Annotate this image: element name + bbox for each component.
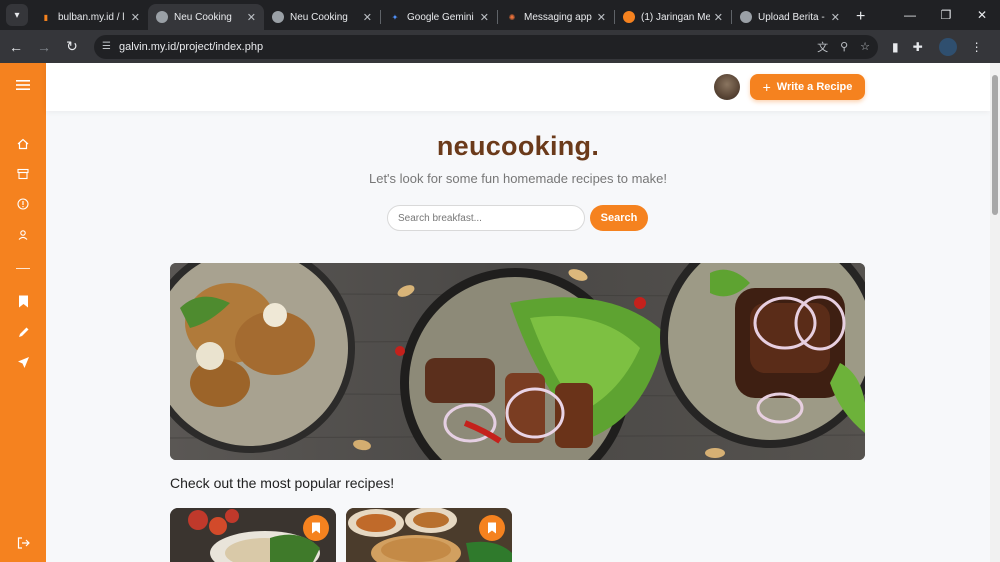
search-placeholder: Search breakfast...: [398, 212, 482, 224]
archive-icon[interactable]: [0, 164, 46, 184]
puzzle-icon[interactable]: ✚: [913, 40, 923, 54]
search-button[interactable]: Search: [590, 205, 648, 231]
browser-toolbar: ← → ↻ ☰ galvin.my.id/project/index.php 文…: [0, 30, 1000, 63]
zoom-icon[interactable]: ⚲: [840, 40, 848, 53]
extension-icon[interactable]: ▮: [892, 40, 899, 54]
hamburger-menu-icon[interactable]: [0, 75, 46, 95]
globe-icon: [740, 11, 752, 23]
browser-tab[interactable]: ✺ Messaging app ✕: [498, 4, 614, 30]
bookmark-icon[interactable]: [303, 515, 329, 541]
write-recipe-button[interactable]: + Write a Recipe: [750, 74, 865, 100]
tab-title: (1) Jaringan Me: [641, 11, 710, 23]
close-icon[interactable]: ✕: [363, 11, 372, 24]
pencil-icon[interactable]: [0, 322, 46, 342]
page-scrollbar[interactable]: [990, 63, 1000, 562]
info-icon[interactable]: [0, 194, 46, 214]
browser-tab[interactable]: (1) Jaringan Me ✕: [615, 4, 731, 30]
url-text: galvin.my.id/project/index.php: [118, 40, 264, 53]
home-icon[interactable]: [0, 134, 46, 154]
close-icon[interactable]: ✕: [714, 11, 723, 24]
sidebar: [0, 63, 46, 562]
sidebar-divider: [16, 268, 30, 269]
scrollbar-thumb[interactable]: [992, 75, 998, 215]
tab-title: bulban.my.id / l: [58, 11, 125, 23]
bookmark-icon[interactable]: [0, 291, 46, 311]
star-icon[interactable]: ☆: [860, 40, 870, 53]
minimize-icon[interactable]: —: [892, 0, 928, 30]
user-avatar[interactable]: [714, 74, 740, 100]
tab-search-button[interactable]: ▾: [6, 4, 28, 26]
browser-tab-active[interactable]: Neu Cooking ✕: [148, 4, 264, 30]
gemini-icon: ✦: [391, 12, 399, 22]
tab-title: Google Gemini: [407, 11, 474, 23]
popular-recipes-heading: Check out the most popular recipes!: [170, 475, 395, 491]
brand-title: neucooking.: [436, 131, 600, 161]
profile-avatar[interactable]: [938, 37, 957, 56]
browser-tab[interactable]: ▮ bulban.my.id / l ✕: [32, 4, 148, 30]
tab-title: Neu Cooking: [174, 11, 232, 23]
hero-food-image: [170, 263, 865, 460]
tab-title: Messaging app: [524, 11, 592, 23]
reload-icon[interactable]: ↻: [60, 35, 84, 59]
orange-bars-icon: ▮: [43, 12, 49, 22]
menu-dots-icon[interactable]: ⋮: [971, 40, 983, 54]
globe-icon: [156, 11, 168, 23]
browser-tab[interactable]: Neu Cooking ✕: [264, 4, 380, 30]
logout-icon[interactable]: [0, 533, 46, 553]
tab-title: Upload Berita -: [758, 11, 825, 23]
restore-icon[interactable]: ❐: [928, 0, 964, 30]
close-icon[interactable]: ✕: [131, 11, 140, 24]
tab-title: Neu Cooking: [290, 11, 348, 23]
site-settings-icon[interactable]: ☰: [102, 41, 111, 52]
address-bar[interactable]: ☰ galvin.my.id/project/index.php 文 ⚲ ☆: [94, 34, 878, 59]
close-icon[interactable]: ✕: [597, 11, 606, 24]
chat-icon: [623, 11, 635, 23]
new-tab-button[interactable]: +: [848, 8, 873, 26]
window-controls: — ❐ ✕: [892, 0, 1000, 30]
back-icon[interactable]: ←: [4, 35, 28, 59]
send-icon[interactable]: [0, 352, 46, 372]
forward-icon[interactable]: →: [32, 35, 56, 59]
search-input[interactable]: Search breakfast...: [387, 205, 585, 231]
browser-tab[interactable]: Upload Berita - ✕: [732, 4, 848, 30]
asterisk-icon: ✺: [508, 12, 516, 22]
translate-icon[interactable]: 文: [817, 39, 828, 55]
close-icon[interactable]: ✕: [247, 11, 256, 24]
web-page: + Write a Recipe neucooking. Let's look …: [0, 63, 990, 562]
browser-tab-strip: ▾ ▮ bulban.my.id / l ✕ Neu Cooking ✕ Neu…: [0, 0, 1000, 30]
close-icon[interactable]: ✕: [831, 11, 840, 24]
browser-tab[interactable]: ✦ Google Gemini ✕: [381, 4, 497, 30]
top-navbar: + Write a Recipe: [46, 63, 990, 111]
close-icon[interactable]: ✕: [480, 11, 489, 24]
bookmark-icon[interactable]: [479, 515, 505, 541]
write-recipe-label: Write a Recipe: [776, 81, 853, 93]
plus-icon: +: [762, 79, 771, 95]
close-window-icon[interactable]: ✕: [964, 0, 1000, 30]
tagline: Let's look for some fun homemade recipes…: [368, 171, 668, 186]
globe-icon: [272, 11, 284, 23]
user-icon[interactable]: [0, 225, 46, 245]
